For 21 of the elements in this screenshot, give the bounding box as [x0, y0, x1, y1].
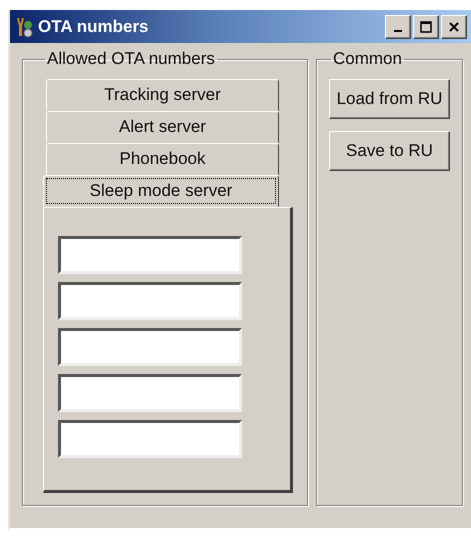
action-button[interactable]: Save to RU: [329, 131, 450, 171]
number-field[interactable]: [58, 328, 242, 366]
group-title: Common: [332, 49, 403, 69]
maximize-icon: [420, 20, 432, 32]
number-field[interactable]: [58, 374, 242, 412]
group-title: Allowed OTA numbers: [46, 49, 216, 69]
maximize-button[interactable]: [413, 14, 439, 38]
tab[interactable]: Sleep mode server: [43, 175, 279, 207]
number-field[interactable]: [58, 236, 242, 274]
minimize-button[interactable]: [385, 14, 411, 38]
number-field[interactable]: [58, 282, 242, 320]
number-field[interactable]: [58, 420, 242, 458]
tab[interactable]: Alert server: [46, 111, 279, 143]
window-title: OTA numbers: [38, 16, 150, 36]
minimize-icon: [394, 30, 402, 32]
close-button[interactable]: [441, 14, 467, 38]
tab[interactable]: Phonebook: [46, 143, 279, 175]
tab[interactable]: Tracking server: [46, 79, 279, 111]
close-icon: [448, 20, 460, 32]
action-button[interactable]: Load from RU: [329, 79, 450, 119]
tools-icon: [14, 16, 34, 38]
